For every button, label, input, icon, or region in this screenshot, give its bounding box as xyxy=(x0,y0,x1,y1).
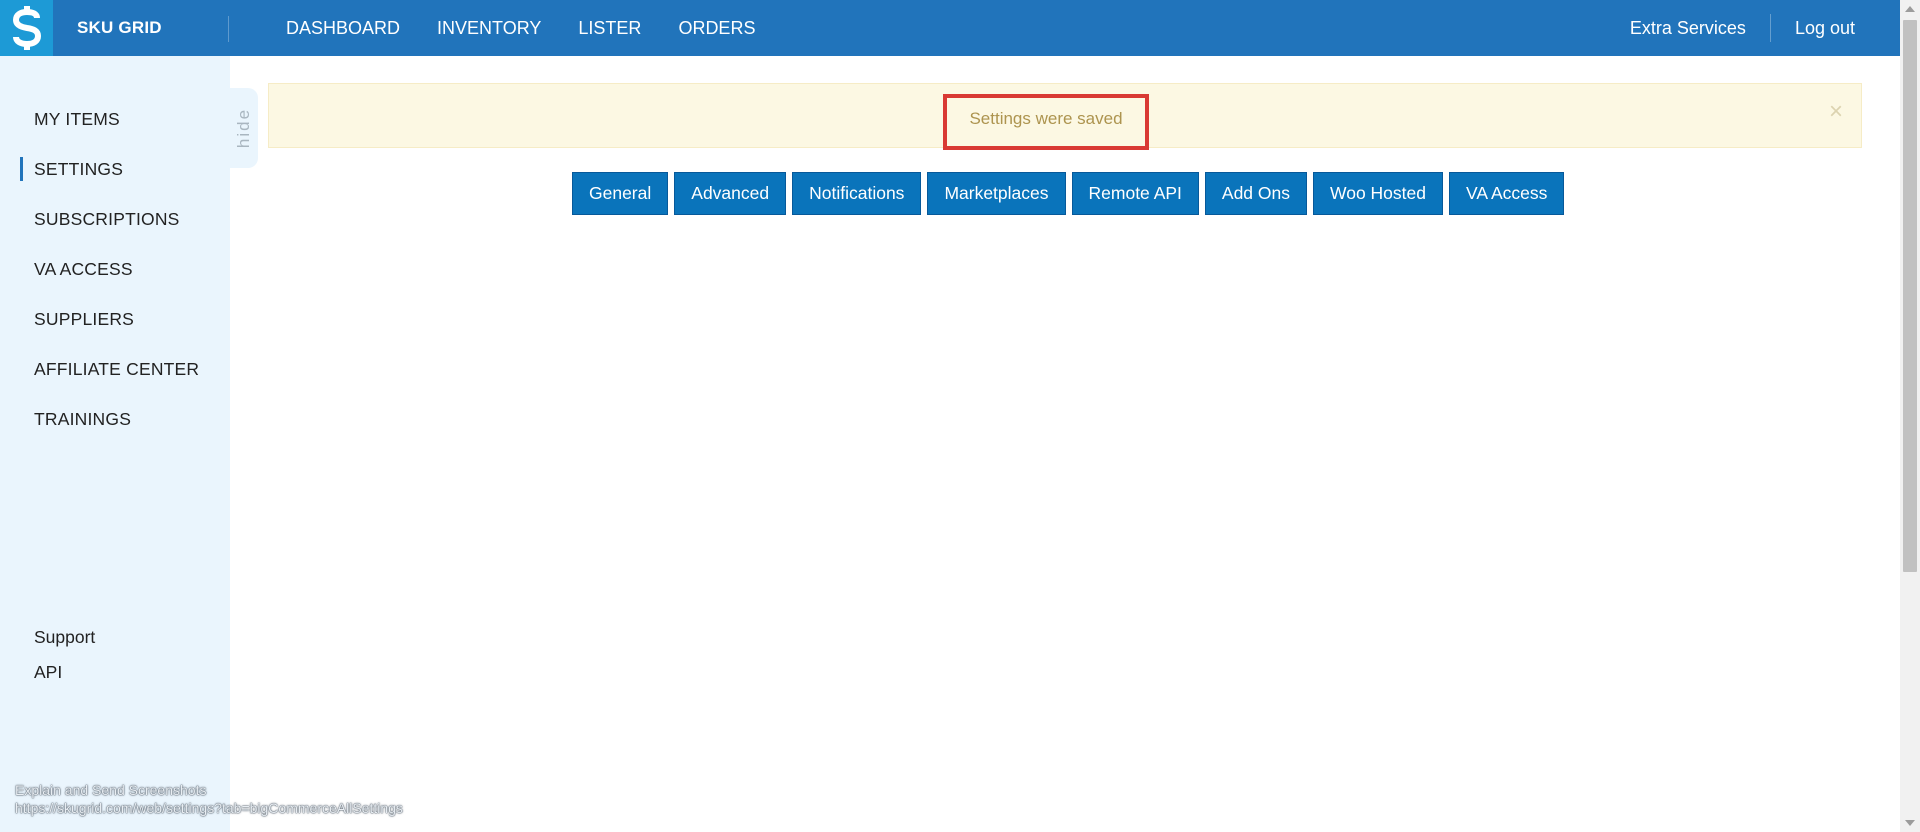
scroll-up-icon[interactable] xyxy=(1905,6,1915,12)
sidebar-item-trainings[interactable]: TRAININGS xyxy=(0,403,230,453)
alert-message: Settings were saved xyxy=(943,94,1149,150)
status-overlay: Explain and Send Screenshots https://sku… xyxy=(15,781,403,817)
scroll-down-icon[interactable] xyxy=(1905,820,1915,826)
top-right-divider xyxy=(1769,14,1771,42)
logo[interactable] xyxy=(0,0,53,56)
nav-inventory[interactable]: INVENTORY xyxy=(437,0,541,56)
tab-marketplaces[interactable]: Marketplaces xyxy=(927,172,1066,215)
brand-name[interactable]: SKU GRID xyxy=(77,0,162,56)
sidebar-item-affiliate-center[interactable]: AFFILIATE CENTER xyxy=(0,353,230,403)
nav-dashboard[interactable]: DASHBOARD xyxy=(286,0,400,56)
dollar-sign-icon xyxy=(12,6,41,50)
alert-message-text: Settings were saved xyxy=(969,109,1123,128)
sidebar-item-suppliers[interactable]: SUPPLIERS xyxy=(0,303,230,353)
tab-woo-hosted[interactable]: Woo Hosted xyxy=(1313,172,1443,215)
hide-sidebar-toggle[interactable]: hide xyxy=(230,88,258,168)
sidebar-item-va-access[interactable]: VA ACCESS xyxy=(0,253,230,303)
scrollbar-thumb[interactable] xyxy=(1903,20,1917,572)
close-icon[interactable]: × xyxy=(1829,100,1843,124)
tab-notifications[interactable]: Notifications xyxy=(792,172,922,215)
vertical-scrollbar[interactable] xyxy=(1900,0,1920,832)
settings-tabs: General Advanced Notifications Marketpla… xyxy=(572,172,1570,215)
explain-screenshots-text: Explain and Send Screenshots xyxy=(15,782,207,798)
tab-remote-api[interactable]: Remote API xyxy=(1071,172,1199,215)
sidebar-item-settings[interactable]: SETTINGS xyxy=(0,153,230,203)
top-navbar: SKU GRID DASHBOARD INVENTORY LISTER ORDE… xyxy=(0,0,1900,56)
brand-divider xyxy=(228,16,229,42)
status-url: https://skugrid.com/web/settings?tab=big… xyxy=(15,800,403,816)
top-right-links: Extra Services Log out xyxy=(1630,0,1855,56)
success-alert: Settings were saved × xyxy=(268,83,1862,150)
sidebar-item-subscriptions[interactable]: SUBSCRIPTIONS xyxy=(0,203,230,253)
logout-link[interactable]: Log out xyxy=(1795,18,1855,39)
main-nav: DASHBOARD INVENTORY LISTER ORDERS xyxy=(286,0,792,56)
nav-orders[interactable]: ORDERS xyxy=(678,0,755,56)
tab-va-access[interactable]: VA Access xyxy=(1449,172,1565,215)
sidebar-footer: Support API xyxy=(34,620,95,690)
support-link[interactable]: Support xyxy=(34,620,95,655)
tab-add-ons[interactable]: Add Ons xyxy=(1204,172,1308,215)
extra-services-link[interactable]: Extra Services xyxy=(1630,18,1746,39)
sidebar-item-my-items[interactable]: MY ITEMS xyxy=(0,103,230,153)
nav-lister[interactable]: LISTER xyxy=(578,0,641,56)
sidebar-menu: MY ITEMS SETTINGS SUBSCRIPTIONS VA ACCES… xyxy=(0,103,230,453)
sidebar: MY ITEMS SETTINGS SUBSCRIPTIONS VA ACCES… xyxy=(0,56,230,832)
hide-sidebar-label: hide xyxy=(234,107,254,149)
tab-advanced[interactable]: Advanced xyxy=(674,172,787,215)
api-link[interactable]: API xyxy=(34,655,95,690)
tab-general[interactable]: General xyxy=(572,172,669,215)
